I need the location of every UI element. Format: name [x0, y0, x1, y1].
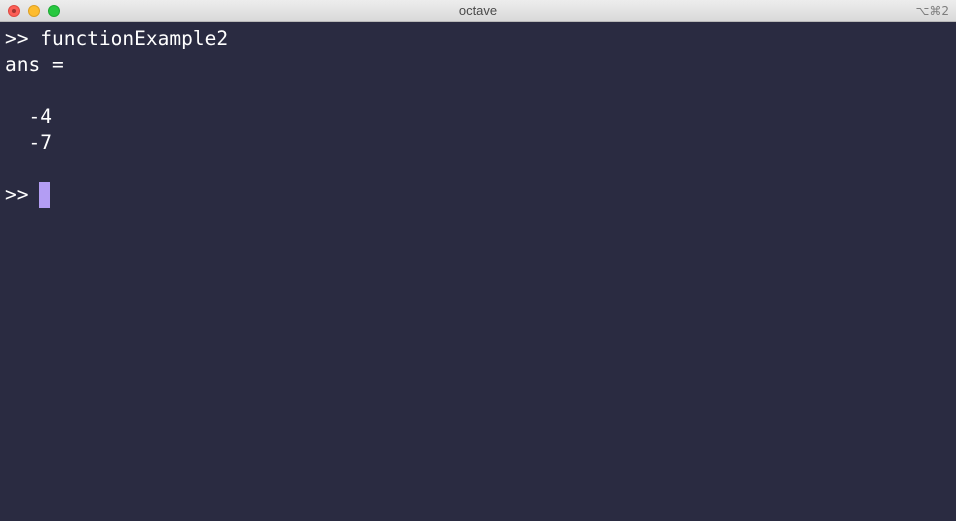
text-cursor	[39, 182, 51, 208]
window-title: octave	[458, 3, 498, 18]
prompt: >>	[5, 183, 29, 206]
terminal-line: -4	[5, 105, 52, 128]
window-shortcut: ⌥⌘2	[915, 4, 949, 18]
prompt-line[interactable]: >>	[5, 182, 951, 208]
terminal-output[interactable]: >> functionExample2 ans = -4 -7 >>	[5, 26, 951, 516]
terminal-window: octave ⌥⌘2 >> functionExample2 ans = -4 …	[0, 0, 956, 521]
terminal-line: ans =	[5, 53, 64, 76]
terminal-line: -7	[5, 131, 52, 154]
terminal-line: >> functionExample2	[5, 27, 229, 50]
title-bar[interactable]: octave ⌥⌘2	[0, 0, 956, 22]
